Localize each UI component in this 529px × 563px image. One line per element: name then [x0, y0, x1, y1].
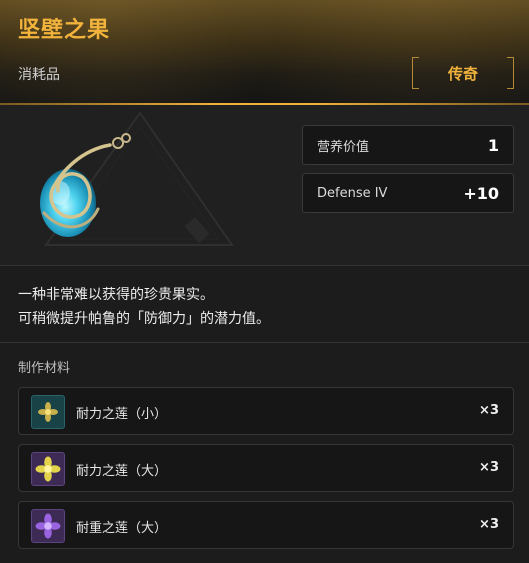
stat-label: 营养价值: [317, 139, 370, 155]
material-row[interactable]: 耐力之莲（小） ×3: [18, 387, 514, 435]
lotus-small-icon: [31, 395, 65, 429]
stat-value: +10: [463, 183, 499, 203]
fruit-pendant-icon: [40, 111, 234, 246]
rarity-bracket-left: [412, 57, 419, 89]
stat-label: Defense IV: [317, 185, 388, 201]
stat-row-nutrition: 营养价值 1: [302, 125, 514, 165]
material-row[interactable]: 耐力之莲（大） ×3: [18, 444, 514, 492]
material-quantity: ×3: [479, 403, 499, 418]
material-name: 耐重之莲（大）: [76, 521, 168, 536]
material-quantity: ×3: [479, 517, 499, 532]
lotus-purple-icon: [31, 509, 65, 543]
material-name: 耐力之莲（小）: [76, 407, 168, 422]
stat-row-defense: Defense IV +10: [302, 173, 514, 213]
item-title: 坚壁之果: [18, 18, 111, 43]
description-line-1: 一种非常难以获得的珍贵果实。: [18, 287, 214, 303]
material-name: 耐力之莲（大）: [76, 464, 168, 479]
stat-value: 1: [487, 135, 499, 155]
materials-heading: 制作材料: [18, 361, 71, 376]
rarity-label: 传奇: [447, 64, 478, 83]
item-description: 一种非常难以获得的珍贵果实。 可稍微提升帕鲁的「防御力」的潜力值。: [0, 266, 529, 343]
lotus-large-icon: [31, 452, 65, 486]
item-detail-card: 坚壁之果 消耗品 传奇 营养价值 1 Defense IV +10 一种非常难以…: [0, 0, 529, 563]
item-overview: 营养价值 1 Defense IV +10: [0, 105, 529, 266]
item-category: 消耗品: [18, 67, 60, 83]
material-row[interactable]: 耐重之莲（大） ×3: [18, 501, 514, 549]
material-quantity: ×3: [479, 460, 499, 475]
rarity-badge: 传奇: [412, 57, 514, 89]
rarity-bracket-right: [507, 57, 514, 89]
item-header: 坚壁之果 消耗品 传奇: [0, 0, 529, 104]
description-line-2: 可稍微提升帕鲁的「防御力」的潜力值。: [18, 311, 270, 327]
